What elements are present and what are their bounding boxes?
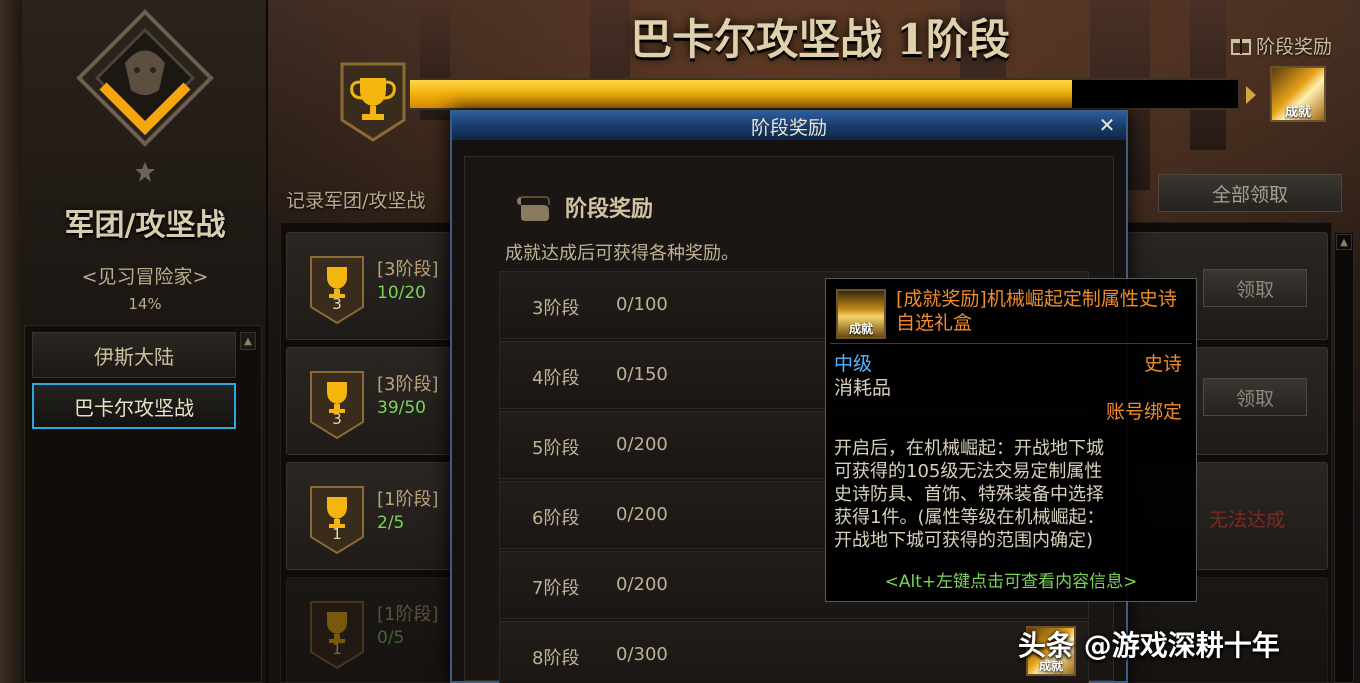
page-title: 巴卡尔攻坚战 1阶段	[630, 15, 1010, 64]
tooltip-hint: <Alt+左键点击可查看内容信息>	[884, 572, 1138, 592]
stage-progress-bar	[408, 78, 1240, 110]
stage-count: 0/300	[616, 644, 668, 665]
tooltip-divider	[830, 343, 1192, 344]
tooltip-description: 开启后，在机械崛起：开战地下城 可获得的105级无法交易定制属性 史诗防具、首饰…	[834, 438, 1105, 551]
trophy-badge-icon	[310, 371, 364, 440]
mission-status: 无法达成	[1209, 509, 1286, 531]
mission-badge-number: 3	[332, 295, 342, 313]
mission-stage: [1阶段]	[377, 489, 439, 510]
tooltip-item-name: [成就奖励]机械崛起定制属性史诗自选礼盒	[896, 288, 1177, 334]
trophy-badge-icon	[310, 256, 364, 325]
mission-progress: 2/5	[377, 513, 405, 533]
stage-name: 6阶段	[532, 508, 580, 529]
rank-title: <见习冒险家>	[81, 266, 209, 288]
star-icon	[135, 162, 155, 182]
mission-badge-number: 1	[332, 525, 342, 543]
close-icon[interactable]: ✕	[1096, 114, 1118, 136]
stage-progress-fill	[410, 80, 1073, 108]
mission-stage: [3阶段]	[377, 374, 439, 395]
stage-count: 0/200	[616, 504, 668, 525]
stage-count: 0/100	[616, 294, 668, 315]
mission-claim-button[interactable]: 领取	[1203, 378, 1307, 416]
reward-box-icon: 成就	[836, 289, 886, 339]
tooltip-item-type: 消耗品	[834, 377, 892, 399]
mission-list-scroll-up-button[interactable]: ▲	[1336, 234, 1352, 250]
trophy-badge-icon	[340, 62, 406, 142]
tooltip-level: 中级	[834, 353, 873, 375]
mission-progress: 10/20	[377, 283, 426, 303]
watermark: 头条 @游戏深耕十年	[1018, 629, 1280, 662]
item-tooltip: 成就 [成就奖励]机械崛起定制属性史诗自选礼盒 中级 史诗 消耗品 账号绑定 开…	[825, 278, 1197, 602]
record-label: 记录军团/攻坚战	[286, 190, 426, 212]
dialog-titlebar[interactable]: 阶段奖励 ✕	[452, 112, 1126, 140]
stage-count: 0/150	[616, 364, 668, 385]
trophy-badge-icon	[310, 486, 364, 555]
trophy-badge-icon	[310, 601, 364, 670]
sidebar-item-yisi[interactable]: 伊斯大陆	[32, 332, 236, 378]
mission-list-scrollbar[interactable]	[1334, 232, 1354, 683]
mission-stage: [1阶段]	[377, 604, 439, 625]
stage-name: 8阶段	[532, 648, 580, 669]
stage-count: 0/200	[616, 574, 668, 595]
stage-reward-link-label: 阶段奖励	[1256, 35, 1333, 58]
scroll-icon	[517, 196, 550, 221]
tooltip-bind-type: 账号绑定	[1105, 401, 1182, 423]
sidebar-title: 军团/攻坚战	[64, 208, 226, 243]
stage-row: 8阶段 0/300 成就	[499, 621, 1089, 683]
mission-progress: 0/5	[377, 628, 405, 648]
progress-arrow-icon	[1246, 86, 1256, 104]
claim-all-button[interactable]: 全部领取	[1158, 174, 1342, 212]
castle-spire	[1190, 0, 1226, 150]
mission-progress: 39/50	[377, 398, 426, 418]
dialog-heading: 阶段奖励	[515, 191, 653, 223]
rank-emblem-icon	[76, 9, 214, 147]
tooltip-rarity: 史诗	[1143, 353, 1182, 375]
sidebar-item-bakal[interactable]: 巴卡尔攻坚战	[32, 383, 236, 429]
dialog-description: 成就达成后可获得各种奖励。	[505, 243, 739, 264]
dialog-title: 阶段奖励	[750, 116, 827, 139]
gift-icon	[1231, 39, 1251, 55]
dialog-heading-text: 阶段奖励	[565, 197, 654, 222]
nav-scroll-up-button[interactable]: ▲	[240, 332, 256, 350]
stage-name: 4阶段	[532, 368, 580, 389]
stage-count: 0/200	[616, 434, 668, 455]
stage-reward-link[interactable]: 阶段奖励	[1230, 32, 1332, 58]
mission-badge-number: 3	[332, 410, 342, 428]
rank-percent: 14%	[128, 295, 162, 313]
mission-badge-number: 1	[332, 640, 342, 658]
sidebar-edge	[0, 0, 22, 683]
stage-name: 5阶段	[532, 438, 580, 459]
stage-name: 7阶段	[532, 578, 580, 599]
final-reward-achievement-icon[interactable]: 成就	[1270, 66, 1326, 122]
mission-claim-button[interactable]: 领取	[1203, 269, 1307, 307]
mission-stage: [3阶段]	[377, 259, 439, 280]
stage-name: 3阶段	[532, 298, 580, 319]
nav-panel	[24, 325, 262, 683]
